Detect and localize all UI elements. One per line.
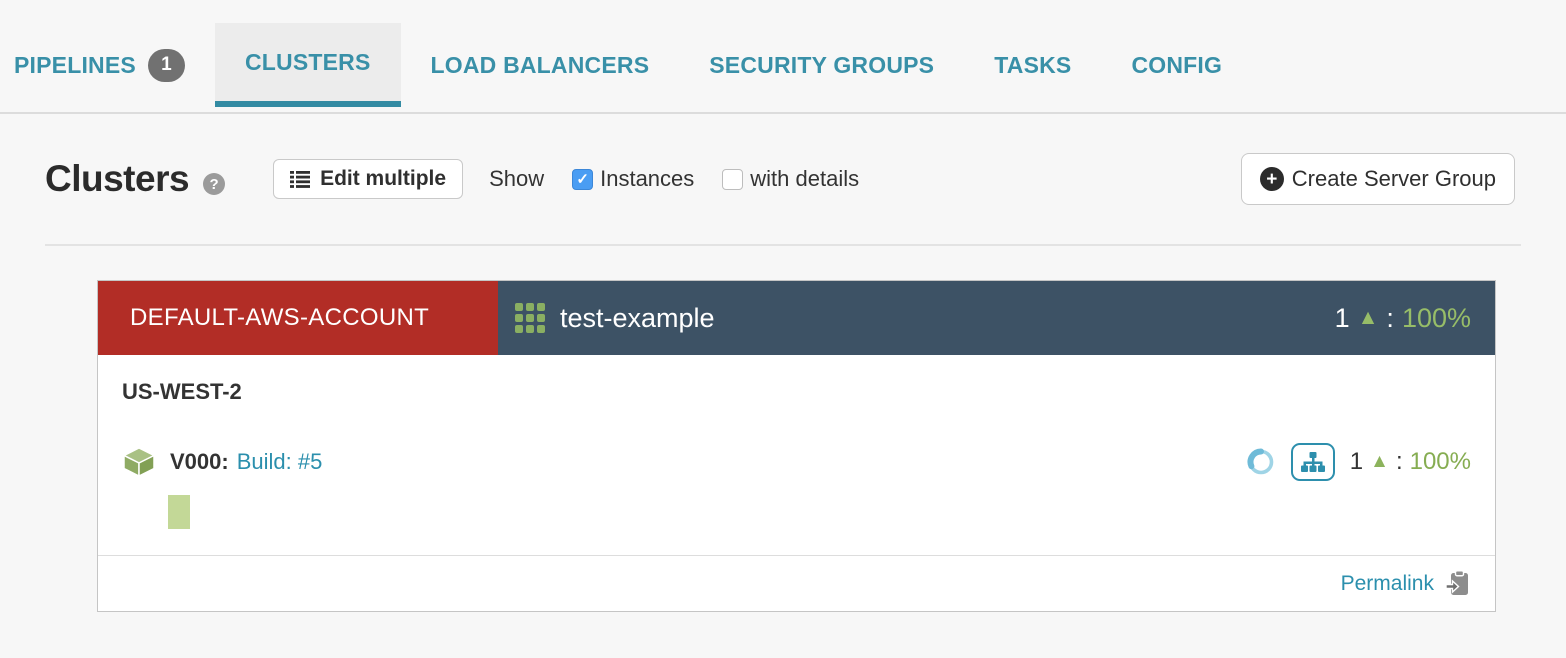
instances-filter[interactable]: ✓ Instances <box>572 166 694 192</box>
tab-tasks[interactable]: TASKS <box>964 23 1101 107</box>
instances-filter-label: Instances <box>600 166 694 192</box>
with-details-filter[interactable]: with details <box>722 166 859 192</box>
tab-clusters[interactable]: CLUSTERS <box>215 23 401 107</box>
instance-health-square[interactable] <box>168 495 190 529</box>
edit-multiple-label: Edit multiple <box>320 167 446 191</box>
permalink-link[interactable]: Permalink <box>1341 572 1434 596</box>
build-link[interactable]: Build: #5 <box>237 449 323 475</box>
tab-tasks-label: TASKS <box>994 52 1071 79</box>
server-group-instance-count: 1 <box>1350 448 1363 476</box>
server-group-health-stats: 1 ▲ : 100% <box>1350 448 1471 476</box>
help-icon[interactable]: ? <box>203 173 225 195</box>
list-icon <box>290 171 310 188</box>
cluster-body: US-WEST-2 V000: Build: #5 <box>98 355 1495 555</box>
tab-security-groups-label: SECURITY GROUPS <box>709 52 934 79</box>
with-details-checkbox-icon[interactable] <box>722 169 743 190</box>
up-triangle-icon: ▲ <box>1370 451 1389 473</box>
tab-security-groups[interactable]: SECURITY GROUPS <box>679 23 964 107</box>
tab-pipelines[interactable]: PIPELINES 1 <box>14 23 215 107</box>
server-group-row[interactable]: V000: Build: #5 <box>122 443 1471 481</box>
account-tag: DEFAULT-AWS-ACCOUNT <box>98 281 498 355</box>
stats-separator: : <box>1396 448 1403 476</box>
create-server-group-label: Create Server Group <box>1292 166 1496 192</box>
header-divider <box>45 244 1521 246</box>
tab-config-label: CONFIG <box>1131 52 1222 79</box>
region-name: US-WEST-2 <box>122 379 1471 405</box>
cluster-health-percent: 100% <box>1402 303 1471 334</box>
cluster-health-stats: 1 ▲ : 100% <box>1335 303 1471 334</box>
cluster-instance-count: 1 <box>1335 303 1350 334</box>
cluster-footer: Permalink <box>98 555 1495 611</box>
cluster-card: DEFAULT-AWS-ACCOUNT test-example 1 ▲ : 1… <box>97 280 1496 612</box>
tab-load-balancers-label: LOAD BALANCERS <box>431 52 650 79</box>
show-label: Show <box>489 166 544 192</box>
plus-icon: + <box>1260 167 1284 191</box>
tab-clusters-label: CLUSTERS <box>245 49 371 76</box>
server-group-right-controls: 1 ▲ : 100% <box>1246 443 1471 481</box>
server-group-name: V000: <box>170 449 229 475</box>
copy-to-clipboard-icon[interactable] <box>1446 570 1471 597</box>
server-group-cube-icon <box>122 447 156 477</box>
up-triangle-icon: ▲ <box>1358 306 1379 330</box>
page-header: Clusters ? Edit multiple Show ✓ Instance… <box>0 114 1566 244</box>
tab-config[interactable]: CONFIG <box>1101 23 1252 107</box>
with-details-filter-label: with details <box>750 166 859 192</box>
tab-load-balancers[interactable]: LOAD BALANCERS <box>401 23 680 107</box>
cluster-header[interactable]: DEFAULT-AWS-ACCOUNT test-example 1 ▲ : 1… <box>98 281 1495 355</box>
spinner-icon[interactable] <box>1246 447 1276 477</box>
top-nav: PIPELINES 1 CLUSTERS LOAD BALANCERS SECU… <box>0 0 1566 114</box>
create-server-group-button[interactable]: + Create Server Group <box>1241 153 1515 205</box>
instances-checkbox-checked-icon[interactable]: ✓ <box>572 169 593 190</box>
tab-pipelines-label: PIPELINES <box>14 52 136 79</box>
cluster-name: test-example <box>560 303 715 334</box>
pipelines-count-badge: 1 <box>148 49 185 82</box>
server-group-health-percent: 100% <box>1410 448 1471 476</box>
cluster-grid-icon <box>515 303 545 333</box>
edit-multiple-button[interactable]: Edit multiple <box>273 159 463 199</box>
load-balancer-icon[interactable] <box>1291 443 1335 481</box>
page-title: Clusters <box>45 158 189 200</box>
stats-separator: : <box>1386 303 1394 334</box>
